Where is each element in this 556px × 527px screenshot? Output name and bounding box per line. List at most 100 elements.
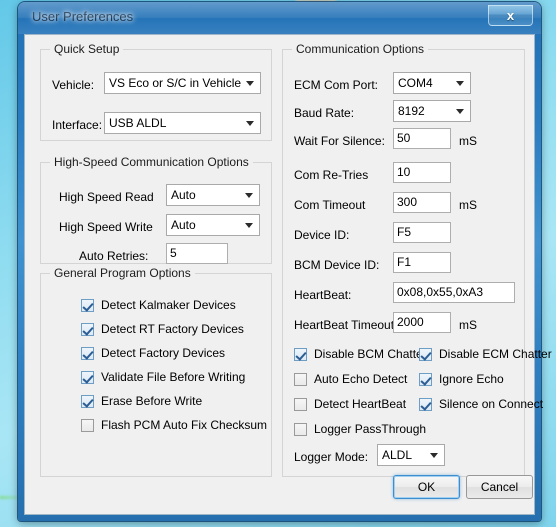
device-id-label: Device ID: xyxy=(294,228,350,242)
interface-select-value: USB ALDL xyxy=(109,116,167,130)
heartbeat-timeout-input[interactable]: 2000 xyxy=(393,312,451,333)
wait-for-silence-input[interactable]: 50 xyxy=(393,128,451,149)
bcm-device-id-input[interactable]: F1 xyxy=(393,252,451,273)
checkbox-icon xyxy=(81,394,94,408)
chevron-down-icon xyxy=(245,193,253,198)
group-communication-options: Communication Options ECM Com Port: COM4… xyxy=(282,42,552,477)
high-speed-read-label: High Speed Read xyxy=(59,190,154,204)
checkbox-label: Detect RT Factory Devices xyxy=(101,322,244,336)
window-title: User Preferences xyxy=(32,9,134,24)
com-retries-label: Com Re-Tries xyxy=(294,168,369,182)
wait-for-silence-unit: mS xyxy=(459,134,477,148)
checkbox-icon xyxy=(81,346,94,360)
wait-for-silence-label: Wait For Silence: xyxy=(294,134,385,148)
checkbox-icon xyxy=(294,422,307,436)
com-retries-input[interactable]: 10 xyxy=(393,162,451,183)
dialog-client-area: Quick Setup Vehicle: VS Eco or S/C in Ve… xyxy=(24,34,552,515)
baud-rate-label: Baud Rate: xyxy=(294,106,355,120)
chevron-down-icon xyxy=(456,109,464,114)
checkbox-auto-echo-detect[interactable]: Auto Echo Detect xyxy=(294,372,407,386)
baud-rate-select[interactable]: 8192 xyxy=(393,100,471,122)
title-bar[interactable]: User Preferences x xyxy=(18,2,541,34)
auto-retries-input[interactable]: 5 xyxy=(166,243,228,264)
checkbox-silence-on-connect[interactable]: Silence on Connect xyxy=(419,397,543,411)
ecm-com-port-value: COM4 xyxy=(398,76,433,90)
checkbox-label: Silence on Connect xyxy=(439,397,544,411)
close-icon[interactable]: x xyxy=(488,5,533,26)
heartbeat-timeout-label: HeartBeat Timeout xyxy=(294,318,395,332)
cancel-button[interactable]: Cancel xyxy=(466,475,533,499)
checkbox-icon xyxy=(419,372,432,386)
ecm-com-port-select[interactable]: COM4 xyxy=(393,72,471,94)
checkbox-label: Disable BCM Chatter xyxy=(314,347,427,361)
group-high-speed: High-Speed Communication Options High Sp… xyxy=(40,155,272,264)
checkbox-flash-pcm-auto-fix-checksum[interactable]: Flash PCM Auto Fix Checksum xyxy=(81,418,267,432)
interface-select[interactable]: USB ALDL xyxy=(104,112,261,134)
interface-label: Interface: xyxy=(52,118,103,132)
com-timeout-label: Com Timeout xyxy=(294,198,366,212)
group-communication-legend: Communication Options xyxy=(292,42,429,56)
chevron-down-icon xyxy=(430,453,438,458)
vehicle-label: Vehicle: xyxy=(52,78,95,92)
baud-rate-value: 8192 xyxy=(398,104,425,118)
heartbeat-label: HeartBeat: xyxy=(294,288,352,302)
checkbox-label: Flash PCM Auto Fix Checksum xyxy=(101,418,268,432)
checkbox-icon xyxy=(294,347,307,361)
logger-mode-value: ALDL xyxy=(382,448,413,462)
checkbox-disable-ecm-chatter[interactable]: Disable ECM Chatter xyxy=(419,347,552,361)
bcm-device-id-label: BCM Device ID: xyxy=(294,258,380,272)
group-quick-setup: Quick Setup Vehicle: VS Eco or S/C in Ve… xyxy=(40,42,272,141)
com-timeout-unit: mS xyxy=(459,198,477,212)
high-speed-write-value: Auto xyxy=(171,218,196,232)
logger-mode-select[interactable]: ALDL xyxy=(377,444,445,466)
logger-mode-label: Logger Mode: xyxy=(294,450,369,464)
ok-button[interactable]: OK xyxy=(393,475,460,499)
group-general-options-legend: General Program Options xyxy=(50,266,195,280)
heartbeat-input[interactable]: 0x08,0x55,0xA3 xyxy=(393,282,515,303)
high-speed-read-select[interactable]: Auto xyxy=(166,184,260,206)
checkbox-icon xyxy=(294,372,307,386)
checkbox-label: Auto Echo Detect xyxy=(314,372,408,386)
checkbox-detect-rt-factory-devices[interactable]: Detect RT Factory Devices xyxy=(81,322,244,336)
vehicle-select-value: VS Eco or S/C in Vehicle xyxy=(109,76,242,90)
checkbox-erase-before-write[interactable]: Erase Before Write xyxy=(81,394,202,408)
chevron-down-icon xyxy=(456,81,464,86)
checkbox-icon xyxy=(81,370,94,384)
checkbox-label: Validate File Before Writing xyxy=(101,370,246,384)
checkbox-detect-kalmaker-devices[interactable]: Detect Kalmaker Devices xyxy=(81,298,236,312)
heartbeat-timeout-unit: mS xyxy=(459,318,477,332)
checkbox-label: Detect HeartBeat xyxy=(314,397,407,411)
checkbox-icon xyxy=(81,418,94,432)
checkbox-icon xyxy=(294,397,307,411)
checkbox-label: Disable ECM Chatter xyxy=(439,347,552,361)
group-quick-setup-legend: Quick Setup xyxy=(50,42,124,56)
checkbox-detect-heartbeat[interactable]: Detect HeartBeat xyxy=(294,397,406,411)
checkbox-label: Logger PassThrough xyxy=(314,422,427,436)
device-id-input[interactable]: F5 xyxy=(393,222,451,243)
group-general-options: General Program Options Detect Kalmaker … xyxy=(40,266,272,477)
checkbox-validate-file-before-writing[interactable]: Validate File Before Writing xyxy=(81,370,245,384)
checkbox-icon xyxy=(81,298,94,312)
vehicle-select[interactable]: VS Eco or S/C in Vehicle xyxy=(104,72,261,94)
auto-retries-label: Auto Retries: xyxy=(79,249,149,263)
com-timeout-input[interactable]: 300 xyxy=(393,192,451,213)
checkbox-detect-factory-devices[interactable]: Detect Factory Devices xyxy=(81,346,225,360)
checkbox-icon xyxy=(81,322,94,336)
ecm-com-port-label: ECM Com Port: xyxy=(294,78,379,92)
group-high-speed-legend: High-Speed Communication Options xyxy=(50,155,253,169)
checkbox-disable-bcm-chatter[interactable]: Disable BCM Chatter xyxy=(294,347,427,361)
chevron-down-icon xyxy=(246,81,254,86)
high-speed-read-value: Auto xyxy=(171,188,196,202)
checkbox-logger-passthrough[interactable]: Logger PassThrough xyxy=(294,422,426,436)
checkbox-label: Detect Kalmaker Devices xyxy=(101,298,236,312)
chevron-down-icon xyxy=(245,223,253,228)
checkbox-icon xyxy=(419,347,432,361)
checkbox-label: Erase Before Write xyxy=(101,394,203,408)
high-speed-write-label: High Speed Write xyxy=(59,220,153,234)
checkbox-label: Detect Factory Devices xyxy=(101,346,226,360)
checkbox-icon xyxy=(419,397,432,411)
high-speed-write-select[interactable]: Auto xyxy=(166,214,260,236)
checkbox-ignore-echo[interactable]: Ignore Echo xyxy=(419,372,504,386)
checkbox-label: Ignore Echo xyxy=(439,372,504,386)
preferences-window: User Preferences x Quick Setup Vehicle: … xyxy=(18,2,552,521)
